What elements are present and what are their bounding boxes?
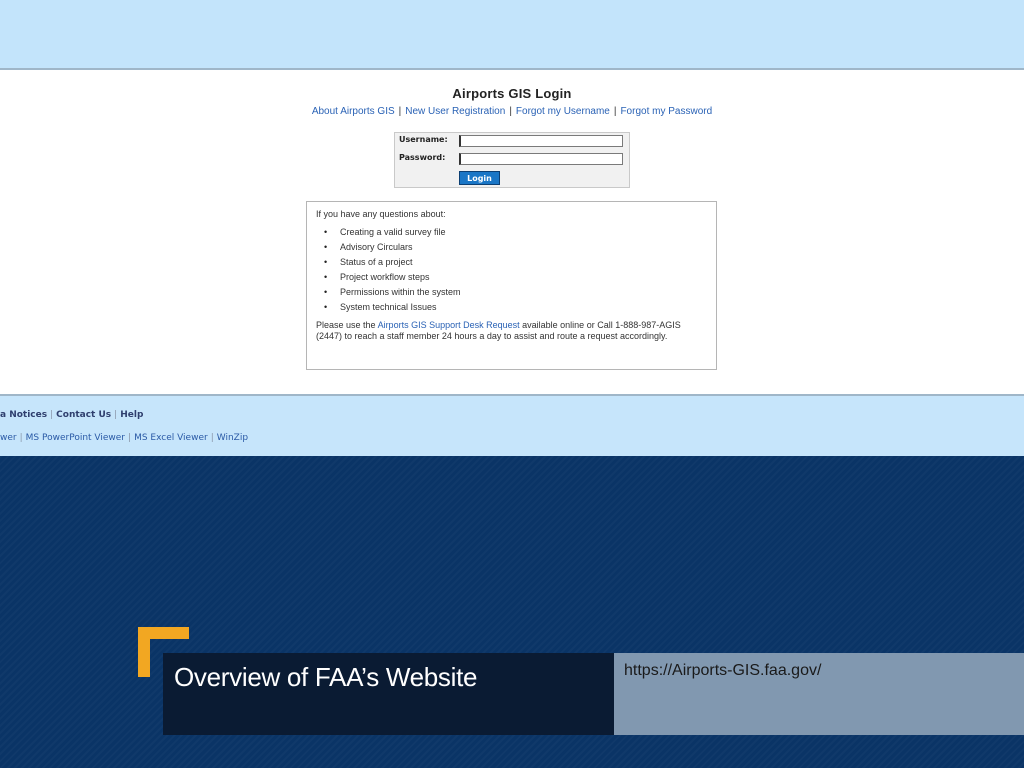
support-desk-request-link[interactable]: Airports GIS Support Desk Request bbox=[378, 320, 520, 330]
slide-title: Overview of FAA’s Website bbox=[174, 662, 478, 692]
forgot-password-link[interactable]: Forgot my Password bbox=[620, 106, 712, 117]
login-button[interactable]: Login bbox=[459, 171, 500, 185]
website-screenshot: Airports GIS Login About Airports GIS | Ne… bbox=[0, 68, 1024, 396]
viewer-link[interactable]: wer bbox=[0, 433, 17, 443]
list-item: System technical Issues bbox=[324, 302, 707, 312]
login-form: Username: Password: Login bbox=[394, 132, 630, 188]
ms-powerpoint-viewer-link[interactable]: MS PowerPoint Viewer bbox=[26, 433, 125, 443]
help-intro: If you have any questions about: bbox=[316, 209, 446, 219]
list-item: Project workflow steps bbox=[324, 272, 707, 282]
list-item: Creating a valid survey file bbox=[324, 227, 707, 237]
username-label: Username: bbox=[399, 135, 448, 144]
help-link[interactable]: Help bbox=[120, 410, 143, 420]
help-info-box: If you have any questions about: Creatin… bbox=[306, 201, 717, 370]
ms-excel-viewer-link[interactable]: MS Excel Viewer bbox=[134, 433, 208, 443]
list-item: Permissions within the system bbox=[324, 287, 707, 297]
password-input[interactable] bbox=[459, 153, 623, 165]
help-topics-list: Creating a valid survey file Advisory Ci… bbox=[316, 227, 707, 312]
footer-links-row-2: wer | MS PowerPoint Viewer | MS Excel Viewer… bbox=[0, 433, 249, 443]
contact-us-link[interactable]: Contact Us bbox=[56, 410, 111, 420]
site-footer: a Notices | Contact Us | Help wer | MS PowerPo… bbox=[0, 396, 1024, 456]
footer-links-row-1: a Notices | Contact Us | Help bbox=[0, 410, 144, 420]
winzip-link[interactable]: WinZip bbox=[217, 433, 248, 443]
notices-link[interactable]: a Notices bbox=[0, 410, 47, 420]
list-item: Status of a project bbox=[324, 257, 707, 267]
help-closing-text: Please use the Airports GIS Support Desk… bbox=[316, 320, 681, 341]
forgot-username-link[interactable]: Forgot my Username bbox=[516, 106, 610, 117]
url-panel: https://Airports-GIS.faa.gov/ bbox=[614, 653, 1024, 735]
title-panel: Overview of FAA’s Website bbox=[163, 653, 614, 735]
new-user-registration-link[interactable]: New User Registration bbox=[405, 106, 505, 117]
login-nav-links: About Airports GIS | New User Registration… bbox=[311, 106, 713, 117]
login-title: Airports GIS Login bbox=[452, 86, 572, 101]
password-label: Password: bbox=[399, 153, 446, 162]
username-input[interactable] bbox=[459, 135, 623, 147]
website-url: https://Airports-GIS.faa.gov/ bbox=[624, 662, 822, 679]
top-band bbox=[0, 0, 1024, 68]
list-item: Advisory Circulars bbox=[324, 242, 707, 252]
about-airports-gis-link[interactable]: About Airports GIS bbox=[312, 106, 395, 117]
